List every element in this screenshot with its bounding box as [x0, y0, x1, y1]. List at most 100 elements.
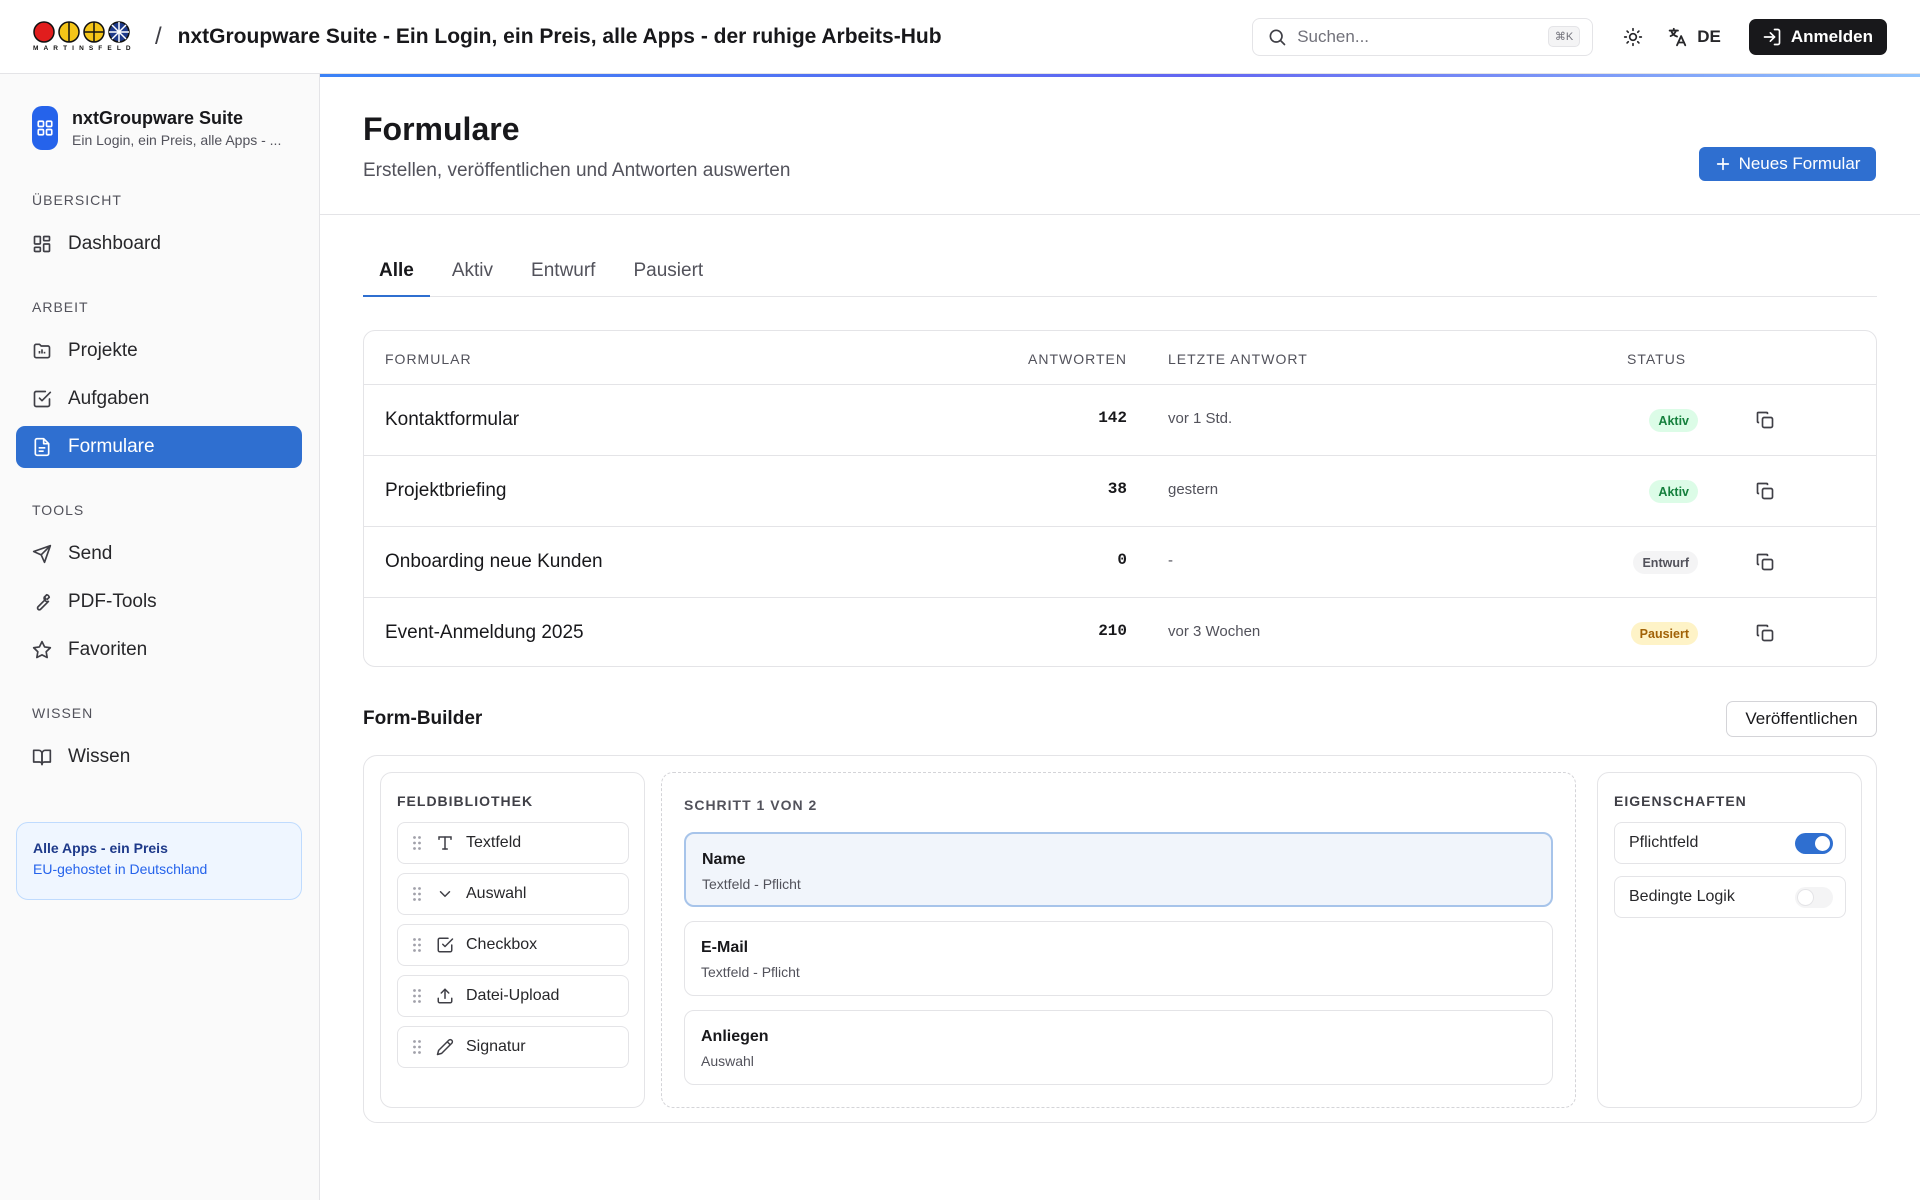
- brand[interactable]: nxtGroupware Suite Ein Login, ein Preis,…: [32, 106, 281, 150]
- task-check-icon: [32, 389, 52, 409]
- upload-icon: [436, 987, 454, 1005]
- form-name-cell[interactable]: Projektbriefing: [385, 480, 506, 502]
- sidebar-item-knowledge[interactable]: Wissen: [16, 736, 302, 778]
- field-library-item[interactable]: Auswahl: [397, 873, 629, 915]
- status-badge: Pausiert: [1630, 622, 1698, 645]
- properties-title: EIGENSCHAFTEN: [1614, 793, 1747, 809]
- property-row: Pflichtfeld: [1614, 822, 1846, 864]
- star-icon: [32, 640, 52, 660]
- tab-all[interactable]: Alle: [363, 254, 430, 297]
- last-response-cell: vor 1 Std.: [1168, 410, 1233, 427]
- login-icon: [1762, 27, 1782, 47]
- login-label: Anmelden: [1790, 26, 1873, 46]
- form-field-card[interactable]: E-Mail Textfeld - Pflicht: [684, 921, 1553, 996]
- properties-panel: EIGENSCHAFTEN Pflichtfeld Bedingte Logik: [1597, 772, 1862, 1108]
- forms-table: FORMULAR ANTWORTEN LETZTE ANTWORT STATUS…: [363, 330, 1877, 667]
- language-switcher[interactable]: DE: [1666, 26, 1721, 48]
- sun-icon: [1623, 27, 1643, 47]
- field-library-title: FELDBIBLIOTHEK: [397, 793, 534, 809]
- main-content: Formulare Erstellen, veröffentlichen und…: [320, 74, 1920, 1200]
- field-library-item[interactable]: Checkbox: [397, 924, 629, 966]
- plus-icon: [1715, 156, 1731, 172]
- search-placeholder: Suchen...: [1297, 26, 1370, 46]
- form-name-cell[interactable]: Kontaktformular: [385, 409, 519, 431]
- page-subtitle: Erstellen, veröffentlichen und Antworten…: [363, 160, 791, 181]
- send-icon: [32, 544, 52, 564]
- breadcrumb-separator: /: [155, 22, 162, 50]
- tab-paused[interactable]: Pausiert: [617, 254, 719, 297]
- document-icon: [32, 437, 52, 457]
- form-builder-title: Form-Builder: [363, 708, 483, 729]
- section-label-knowledge: WISSEN: [32, 705, 94, 721]
- copy-icon[interactable]: [1755, 623, 1775, 643]
- form-field-card[interactable]: Name Textfeld - Pflicht: [684, 832, 1553, 907]
- sidebar-item-pdf-tools[interactable]: PDF-Tools: [16, 581, 302, 623]
- response-count-cell: 210: [1098, 622, 1127, 640]
- sidebar-item-label: Dashboard: [68, 233, 161, 254]
- sidebar-item-favorites[interactable]: Favoriten: [16, 629, 302, 671]
- conditional-logic-toggle[interactable]: [1795, 887, 1833, 908]
- field-name: Anliegen: [701, 1028, 769, 1045]
- response-count-cell: 38: [1107, 480, 1127, 498]
- field-library-item[interactable]: Textfeld: [397, 822, 629, 864]
- tab-draft[interactable]: Entwurf: [515, 254, 611, 297]
- sidebar-item-projects[interactable]: Projekte: [16, 330, 302, 372]
- copy-icon[interactable]: [1755, 552, 1775, 572]
- toggle-knob: [1815, 836, 1830, 851]
- drag-handle-icon[interactable]: [412, 886, 422, 902]
- tab-active[interactable]: Aktiv: [436, 254, 509, 297]
- form-field-card[interactable]: Anliegen Auswahl: [684, 1010, 1553, 1085]
- form-name-cell[interactable]: Onboarding neue Kunden: [385, 551, 603, 573]
- field-meta: Auswahl: [701, 1053, 754, 1069]
- column-header-responses: ANTWORTEN: [1028, 351, 1127, 367]
- table-row[interactable]: Event-Anmeldung 2025 210 vor 3 Wochen Pausi…: [364, 598, 1876, 666]
- form-name-cell[interactable]: Event-Anmeldung 2025: [385, 622, 584, 644]
- field-library-panel: FELDBIBLIOTHEK Textfeld Auswahl Checkbox Da…: [380, 772, 645, 1108]
- table-row[interactable]: Onboarding neue Kunden 0 - Entwurf: [364, 527, 1876, 598]
- checkbox-icon: [436, 936, 454, 954]
- property-label: Bedingte Logik: [1629, 888, 1735, 905]
- sidebar-item-label: Wissen: [68, 746, 131, 767]
- pricing-promo-card[interactable]: Alle Apps - ein Preis EU-gehostet in Deu…: [16, 822, 302, 900]
- drag-handle-icon[interactable]: [412, 1039, 422, 1055]
- field-library-item[interactable]: Datei-Upload: [397, 975, 629, 1017]
- page-title: Formulare: [363, 111, 520, 147]
- martinsfeld-logo[interactable]: MARTINSFELD: [33, 21, 137, 52]
- login-button[interactable]: Anmelden: [1748, 18, 1887, 55]
- publish-button[interactable]: Veröffentlichen: [1726, 701, 1877, 737]
- step-label: SCHRITT 1 VON 2: [684, 797, 818, 813]
- search-shortcut-badge: ⌘K: [1547, 26, 1581, 47]
- column-header-last-response: LETZTE ANTWORT: [1168, 351, 1308, 367]
- sidebar-item-forms[interactable]: Formulare: [16, 426, 302, 468]
- form-canvas: SCHRITT 1 VON 2 Name Textfeld - Pflicht E-…: [661, 772, 1576, 1108]
- field-library-item[interactable]: Signatur: [397, 1026, 629, 1068]
- sidebar-item-dashboard[interactable]: Dashboard: [16, 223, 302, 265]
- table-row[interactable]: Kontaktformular 142 vor 1 Std. Aktiv: [364, 385, 1876, 456]
- search-input[interactable]: Suchen... ⌘K: [1252, 17, 1594, 56]
- sidebar-item-label: Favoriten: [68, 639, 148, 660]
- sidebar-item-label: PDF-Tools: [68, 591, 157, 612]
- required-toggle[interactable]: [1795, 833, 1833, 854]
- last-response-cell: vor 3 Wochen: [1168, 623, 1261, 640]
- property-label: Pflichtfeld: [1629, 834, 1699, 851]
- drag-handle-icon[interactable]: [412, 835, 422, 851]
- copy-icon[interactable]: [1755, 410, 1775, 430]
- logo-circles: [33, 21, 130, 43]
- field-name: E-Mail: [701, 939, 749, 956]
- sidebar-item-tasks[interactable]: Aufgaben: [16, 378, 302, 420]
- section-label-overview: ÜBERSICHT: [32, 192, 122, 208]
- new-form-button[interactable]: Neues Formular: [1699, 147, 1876, 181]
- status-badge: Aktiv: [1649, 409, 1698, 432]
- drag-handle-icon[interactable]: [412, 937, 422, 953]
- drag-handle-icon[interactable]: [412, 988, 422, 1004]
- field-type-label: Textfeld: [466, 834, 522, 851]
- table-row[interactable]: Projektbriefing 38 gestern Aktiv: [364, 456, 1876, 527]
- sidebar-item-label: Aufgaben: [68, 388, 150, 409]
- toggle-knob: [1798, 890, 1813, 905]
- new-form-label: Neues Formular: [1738, 154, 1861, 173]
- brand-name: nxtGroupware Suite: [72, 108, 244, 128]
- theme-toggle-button[interactable]: [1614, 18, 1652, 56]
- table-header: FORMULAR ANTWORTEN LETZTE ANTWORT STATUS: [364, 331, 1876, 385]
- sidebar-item-send[interactable]: Send: [16, 533, 302, 575]
- copy-icon[interactable]: [1755, 481, 1775, 501]
